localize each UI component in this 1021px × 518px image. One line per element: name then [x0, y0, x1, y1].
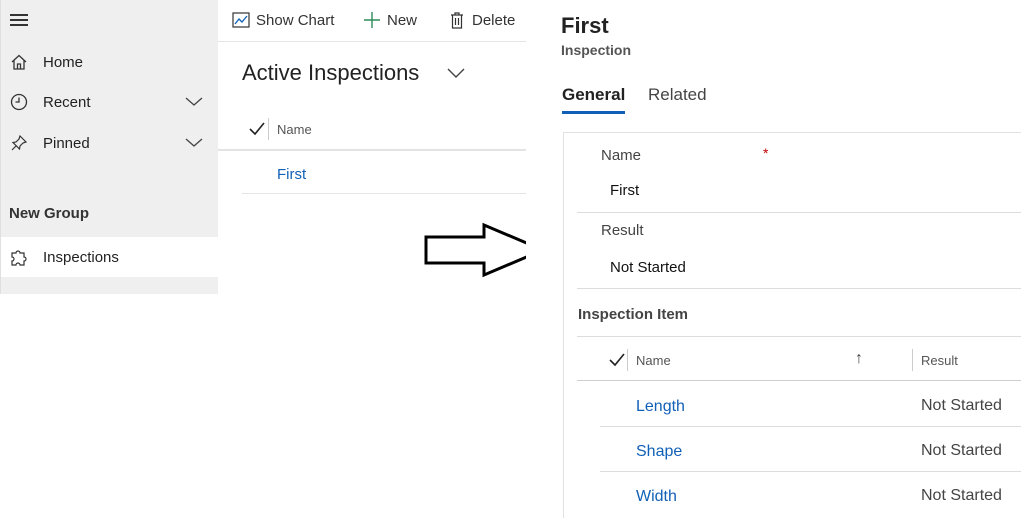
new-button[interactable]: New — [363, 8, 417, 32]
sidebar-item-recent[interactable]: Recent — [1, 82, 219, 122]
trash-icon — [451, 12, 463, 29]
show-chart-label: Show Chart — [256, 11, 335, 29]
subgrid-row-name[interactable]: Length — [636, 398, 685, 416]
sidebar-item-label: Inspections — [43, 248, 119, 266]
sidebar-item-label: Home — [43, 53, 84, 71]
command-bar: Show Chart New Delete — [218, 0, 526, 42]
chevron-down-icon[interactable] — [184, 92, 204, 112]
column-separator — [627, 349, 628, 371]
chevron-down-icon[interactable] — [446, 66, 466, 82]
column-separator — [268, 118, 269, 140]
column-separator — [912, 349, 913, 371]
column-header-result[interactable]: Result — [921, 353, 958, 368]
name-field-label: Name — [601, 147, 642, 164]
header-divider — [218, 149, 526, 151]
sidebar-group-label: New Group — [9, 205, 90, 222]
subgrid-title: Inspection Item — [578, 306, 689, 323]
row-divider — [600, 426, 1021, 427]
delete-label: Delete — [472, 11, 516, 29]
row-divider — [600, 471, 1021, 472]
hamburger-menu-icon[interactable] — [10, 14, 28, 26]
puzzle-icon — [9, 247, 29, 267]
record-link[interactable]: First — [277, 166, 306, 183]
clock-icon — [9, 92, 29, 112]
sidebar-item-home[interactable]: Home — [1, 42, 219, 82]
subgrid-row-name[interactable]: Width — [636, 488, 677, 506]
record-form: First Inspection General Related Name * … — [526, 0, 1021, 518]
select-all-check-icon[interactable] — [249, 122, 265, 136]
delete-button[interactable]: Delete — [448, 8, 515, 32]
result-field-label: Result — [601, 222, 644, 239]
tab-general[interactable]: General — [562, 85, 625, 105]
sidebar-item-label: Recent — [43, 93, 91, 111]
sidebar-item-inspections[interactable]: Inspections — [1, 237, 219, 277]
table-row[interactable]: First — [242, 152, 526, 194]
record-entity-name: Inspection — [561, 42, 632, 58]
sidebar-item-pinned[interactable]: Pinned — [1, 123, 219, 163]
active-tab-indicator — [562, 111, 625, 114]
sidebar-item-label: Pinned — [43, 134, 90, 152]
subgrid-row-result: Not Started — [921, 397, 1002, 414]
column-header-name[interactable]: Name — [277, 122, 312, 137]
tab-related[interactable]: Related — [648, 85, 707, 105]
plus-icon — [364, 12, 380, 28]
required-indicator: * — [763, 145, 769, 161]
new-label: New — [387, 11, 418, 29]
select-all-check-icon[interactable] — [609, 353, 625, 367]
name-field[interactable]: First — [610, 182, 639, 199]
view-title[interactable]: Active Inspections — [242, 60, 419, 86]
subgrid-divider — [577, 336, 1021, 337]
chart-icon — [232, 12, 250, 28]
form-section: Name * First Result Not Started Inspecti… — [563, 132, 1021, 518]
subgrid-row-result: Not Started — [921, 442, 1002, 459]
sort-ascending-icon[interactable]: ↑ — [855, 350, 863, 368]
subgrid-row-name[interactable]: Shape — [636, 443, 682, 461]
subgrid-header-divider — [577, 380, 1021, 381]
pin-icon — [9, 133, 29, 153]
show-chart-button[interactable]: Show Chart — [232, 8, 334, 32]
chevron-down-icon[interactable] — [184, 133, 204, 153]
field-divider — [577, 288, 1021, 289]
result-field[interactable]: Not Started — [610, 259, 686, 276]
field-divider — [577, 212, 1021, 213]
column-header-name[interactable]: Name — [636, 353, 671, 368]
record-title: First — [561, 13, 609, 38]
sidebar: Home Recent Pinned New Group Inspections — [0, 0, 219, 294]
home-icon — [9, 52, 29, 72]
subgrid-row-result: Not Started — [921, 487, 1002, 504]
